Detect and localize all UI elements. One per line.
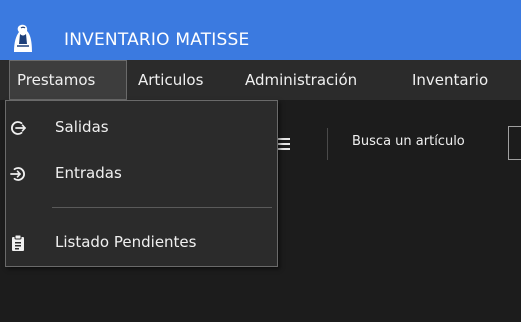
menu-bar: Prestamos Articulos Administración Inven… — [0, 60, 521, 100]
menu-item-entradas[interactable]: Entradas — [6, 157, 277, 193]
app-logo-icon — [9, 22, 37, 54]
menu-administracion[interactable]: Administración — [245, 60, 357, 100]
menu-inventario[interactable]: Inventario — [412, 60, 488, 100]
menu-item-salidas[interactable]: Salidas — [6, 111, 277, 147]
search-label: Busca un artículo — [352, 134, 465, 149]
hamburger-menu-icon[interactable] — [278, 138, 290, 152]
logout-arrow-icon — [11, 121, 26, 135]
search-input[interactable] — [508, 126, 521, 160]
menu-item-label: Entradas — [55, 164, 122, 182]
title-bar: INVENTARIO MATISSE — [0, 0, 521, 60]
login-arrow-icon — [10, 167, 25, 181]
menu-item-label: Listado Pendientes — [55, 233, 197, 251]
menu-prestamos[interactable]: Prestamos — [9, 60, 127, 100]
menu-articulos[interactable]: Articulos — [138, 60, 203, 100]
clipboard-icon — [12, 234, 24, 251]
window-title: INVENTARIO MATISSE — [64, 30, 250, 50]
menu-item-listado-pendientes[interactable]: Listado Pendientes — [6, 226, 277, 262]
prestamos-dropdown-menu: Salidas Entradas Listado Pendientes — [5, 100, 278, 267]
menu-separator — [52, 207, 272, 208]
app-window: INVENTARIO MATISSE Prestamos Articulos A… — [0, 0, 521, 322]
menu-item-label: Salidas — [55, 118, 109, 136]
toolbar-divider — [327, 128, 328, 160]
